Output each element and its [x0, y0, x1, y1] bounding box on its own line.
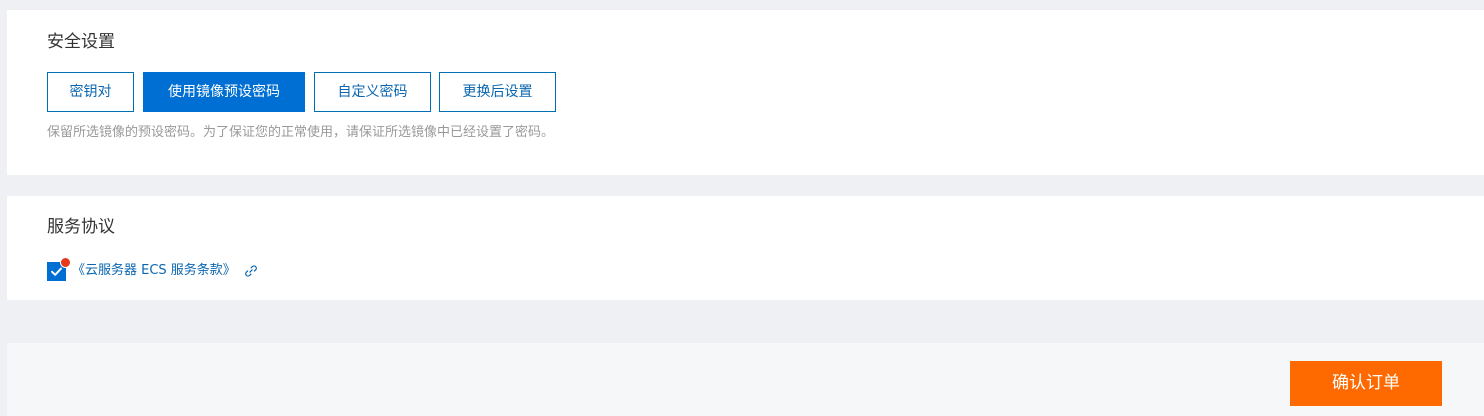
service-agreement-title: 服务协议: [47, 217, 115, 237]
image-preset-password-option-button[interactable]: 使用镜像预设密码: [143, 72, 305, 112]
security-settings-panel: 安全设置 密钥对 使用镜像预设密码 自定义密码 更换后设置 保留所选镜像的预设密…: [7, 10, 1484, 175]
ecs-terms-link[interactable]: 《云服务器 ECS 服务条款》: [72, 260, 236, 282]
confirm-order-button[interactable]: 确认订单: [1290, 361, 1442, 406]
agreement-checkbox[interactable]: [47, 256, 71, 281]
service-agreement-panel: 服务协议 《云服务器 ECS 服务条款》: [7, 196, 1484, 300]
security-settings-title: 安全设置: [47, 32, 115, 52]
set-later-option-button[interactable]: 更换后设置: [439, 72, 556, 112]
agreement-row: 《云服务器 ECS 服务条款》: [47, 256, 258, 282]
notification-dot: [60, 256, 71, 268]
keypair-option-button[interactable]: 密钥对: [47, 72, 134, 112]
security-hint-text: 保留所选镜像的预设密码。为了保证您的正常使用，请保证所选镜像中已经设置了密码。: [47, 125, 555, 140]
custom-password-option-button[interactable]: 自定义密码: [314, 72, 431, 112]
order-footer-bar: 确认订单: [7, 343, 1484, 416]
link-icon[interactable]: [244, 264, 258, 278]
